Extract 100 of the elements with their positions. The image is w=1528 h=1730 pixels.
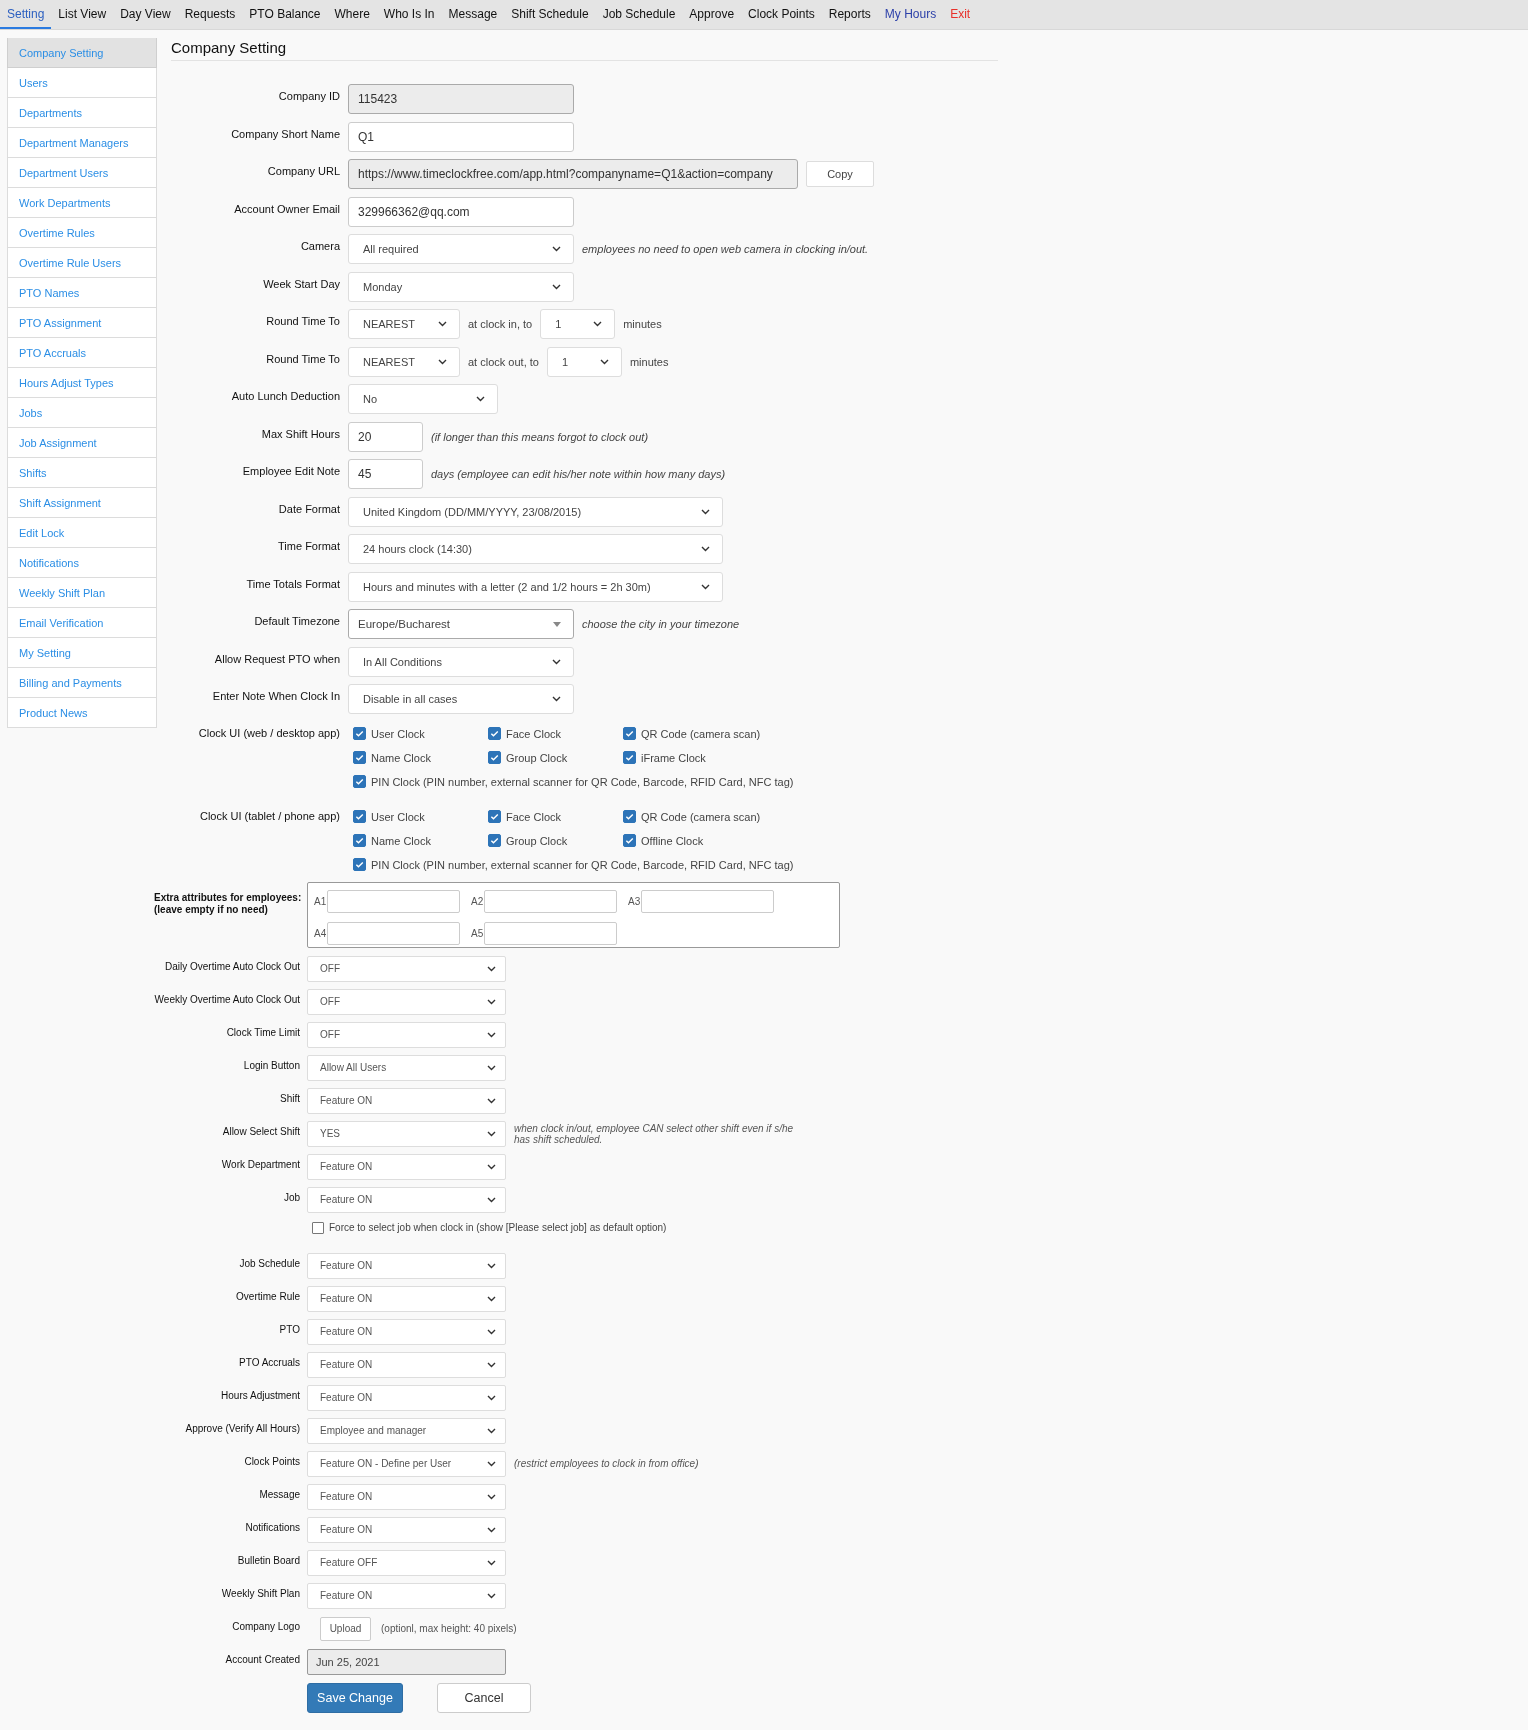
select-field[interactable]: NEAREST [348, 346, 460, 377]
input-field[interactable]: https://www.timeclockfree.com/app.html?companyname=Q1&action=company [348, 159, 798, 189]
upload-button[interactable]: Upload [320, 1616, 371, 1641]
sidebar-item[interactable]: Weekly Shift Plan [7, 578, 157, 608]
sidebar-item[interactable]: Overtime Rule Users [7, 248, 157, 278]
select-field[interactable]: Feature ON [307, 1318, 506, 1345]
select-field[interactable]: Disable in all cases [348, 684, 574, 714]
checkbox[interactable] [623, 810, 636, 823]
select-field[interactable]: 24 hours clock (14:30) [348, 534, 723, 564]
sidebar-item[interactable]: Shifts [7, 458, 157, 488]
save-button[interactable]: Save Change [307, 1682, 403, 1713]
sidebar-item[interactable]: Job Assignment [7, 428, 157, 458]
nav-tab[interactable]: Who Is In [376, 0, 442, 29]
sidebar-item[interactable]: Email Verification [7, 608, 157, 638]
checkbox[interactable] [488, 810, 501, 823]
select-field[interactable]: OFF [307, 1021, 506, 1048]
nav-tab[interactable]: Day View [113, 0, 178, 29]
select-field[interactable]: NEAREST [348, 309, 460, 339]
nav-tab[interactable]: Requests [177, 0, 243, 29]
input-field[interactable] [327, 922, 460, 945]
input-field[interactable]: 115423 [348, 84, 574, 114]
checkbox[interactable] [353, 727, 366, 740]
checkbox[interactable] [353, 858, 366, 871]
sidebar-item[interactable]: Work Departments [7, 188, 157, 218]
input-field[interactable]: 45 [348, 459, 423, 489]
checkbox[interactable] [353, 775, 366, 788]
nav-tab[interactable]: PTO Balance [242, 0, 328, 29]
input-field[interactable]: Jun 25, 2021 [307, 1648, 506, 1675]
checkbox[interactable] [312, 1221, 324, 1234]
sidebar-item[interactable]: Overtime Rules [7, 218, 157, 248]
sidebar-item[interactable]: Department Managers [7, 128, 157, 158]
checkbox[interactable] [488, 751, 501, 764]
sidebar-item[interactable]: Shift Assignment [7, 488, 157, 518]
nav-tab[interactable]: List View [51, 0, 114, 29]
nav-tab[interactable]: Reports [821, 0, 878, 29]
sidebar-item[interactable]: Edit Lock [7, 518, 157, 548]
nav-tab[interactable]: Message [441, 0, 505, 29]
sidebar-item[interactable]: Departments [7, 98, 157, 128]
select-field[interactable]: Feature ON [307, 1186, 506, 1213]
nav-tab[interactable]: Where [327, 0, 377, 29]
sidebar-item[interactable]: Product News [7, 698, 157, 728]
nav-tab[interactable]: My Hours [877, 0, 944, 29]
checkbox[interactable] [353, 810, 366, 823]
sidebar-item[interactable]: Users [7, 68, 157, 98]
checkbox[interactable] [353, 751, 366, 764]
nav-tab[interactable]: Setting [0, 0, 52, 29]
checkbox[interactable] [488, 727, 501, 740]
select-field[interactable]: No [348, 384, 498, 414]
chevron-down-icon [487, 1427, 496, 1434]
sidebar-item[interactable]: PTO Accruals [7, 338, 157, 368]
select-field[interactable]: Feature ON [307, 1582, 506, 1609]
checkbox[interactable] [623, 727, 636, 740]
copy-button[interactable]: Copy [806, 161, 874, 187]
select-field[interactable]: In All Conditions [348, 646, 574, 677]
select-field[interactable]: Feature ON [307, 1384, 506, 1411]
sidebar-item[interactable]: Hours Adjust Types [7, 368, 157, 398]
select-field[interactable]: Feature ON [307, 1153, 506, 1180]
select-field[interactable]: Monday [348, 271, 574, 302]
input-field[interactable] [641, 890, 774, 913]
select-field[interactable]: Feature OFF [307, 1549, 506, 1576]
sidebar-item[interactable]: Notifications [7, 548, 157, 578]
select-field[interactable]: Feature ON [307, 1252, 506, 1279]
nav-tab[interactable]: Approve [682, 0, 742, 29]
select-field[interactable]: All required [348, 234, 574, 264]
nav-tab[interactable]: Shift Schedule [504, 0, 596, 29]
sidebar-item[interactable]: My Setting [7, 638, 157, 668]
select-field[interactable]: Feature ON [307, 1483, 506, 1510]
sidebar-item[interactable]: PTO Names [7, 278, 157, 308]
select-field[interactable]: OFF [307, 988, 506, 1015]
select-field[interactable]: Europe/Bucharest [348, 609, 574, 639]
input-field[interactable]: 20 [348, 421, 423, 452]
select-field[interactable]: Feature ON - Define per User [307, 1450, 506, 1477]
checkbox[interactable] [488, 834, 501, 847]
select-field[interactable]: 1 [546, 346, 622, 377]
sidebar-item[interactable]: PTO Assignment [7, 308, 157, 338]
select-field[interactable]: Feature ON [307, 1087, 506, 1114]
checkbox[interactable] [623, 751, 636, 764]
sidebar-item[interactable]: Billing and Payments [7, 668, 157, 698]
select-field[interactable]: Employee and manager [307, 1417, 506, 1444]
input-field[interactable]: Q1 [348, 121, 574, 152]
select-field[interactable]: Feature ON [307, 1351, 506, 1378]
nav-tab[interactable]: Clock Points [741, 0, 822, 29]
select-field[interactable]: United Kingdom (DD/MM/YYYY, 23/08/2015) [348, 496, 723, 527]
select-field[interactable]: Allow All Users [307, 1054, 506, 1081]
checkbox[interactable] [353, 834, 366, 847]
sidebar-item[interactable]: Department Users [7, 158, 157, 188]
select-field[interactable]: OFF [307, 955, 506, 982]
sidebar-item[interactable]: Jobs [7, 398, 157, 428]
input-field[interactable] [484, 890, 617, 913]
input-field[interactable]: 329966362@qq.com [348, 196, 574, 227]
select-field[interactable]: Feature ON [307, 1285, 506, 1312]
select-field[interactable]: 1 [540, 309, 616, 339]
cancel-button[interactable]: Cancel [437, 1682, 531, 1713]
checkbox[interactable] [623, 834, 636, 847]
select-field[interactable]: YES [307, 1120, 506, 1147]
input-field[interactable] [484, 922, 617, 945]
nav-tab[interactable]: Job Schedule [595, 0, 683, 29]
input-field[interactable] [327, 890, 460, 913]
select-field[interactable]: Feature ON [307, 1516, 506, 1543]
select-field[interactable]: Hours and minutes with a letter (2 and 1/2 hours = 2h 30m) [348, 571, 723, 602]
